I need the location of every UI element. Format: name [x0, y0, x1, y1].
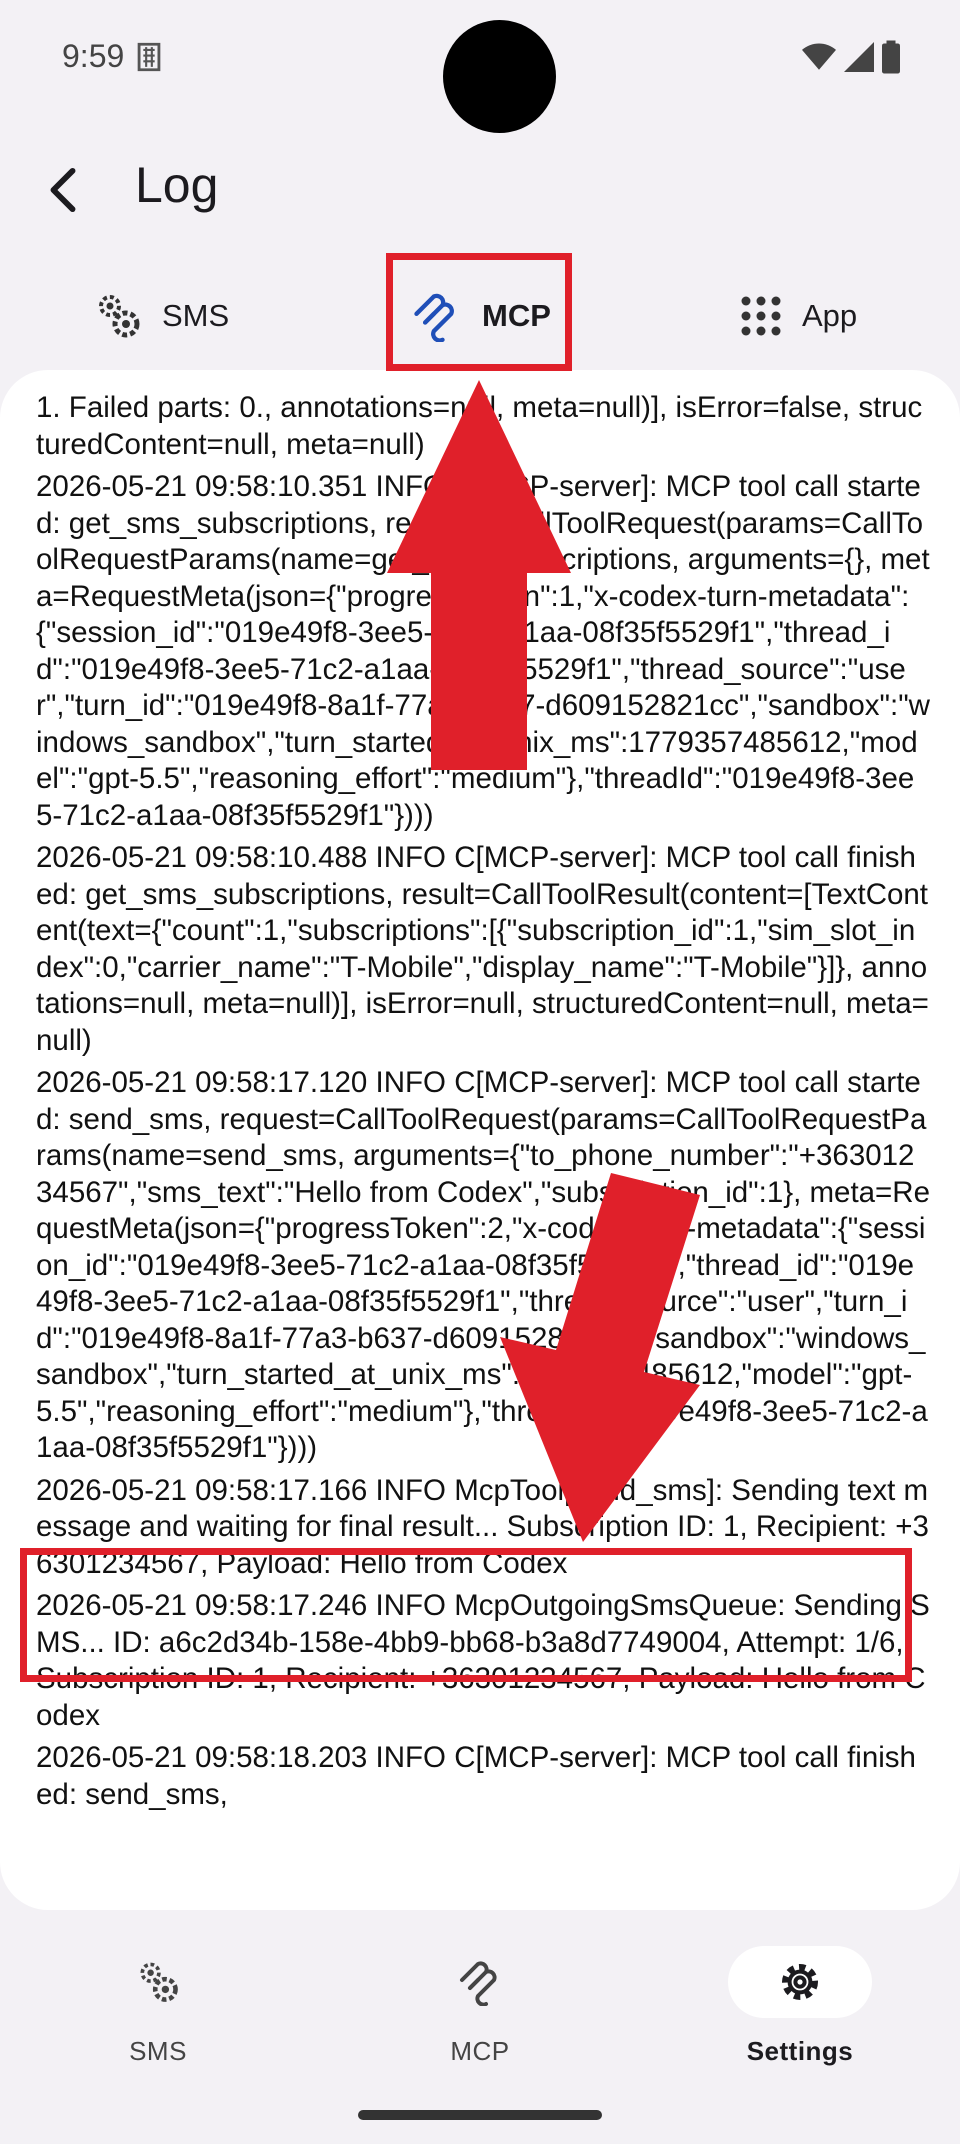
nav-icon-container	[408, 1946, 552, 2018]
nav-item-sms[interactable]: SMS	[58, 1938, 258, 2068]
gears-icon	[140, 1962, 178, 2002]
log-entry: 2026-05-21 09:58:18.203 INFO C[MCP-serve…	[36, 1741, 916, 1811]
nav-label-settings: Settings	[746, 2036, 854, 2066]
tab-app-label: App	[802, 298, 858, 333]
nav-item-settings[interactable]: Settings	[700, 1938, 900, 2068]
nav-label-mcp: MCP	[450, 2036, 510, 2066]
mcp-icon	[414, 293, 454, 342]
page-title: Log	[135, 157, 219, 213]
log-entry-highlighted: 2026-05-21 09:58:17.166 INFO McpTool[sen…	[36, 1473, 929, 1580]
log-entry: 2026-05-21 09:58:17.120 INFO C[MCP-serve…	[36, 1066, 930, 1464]
tab-mcp-label: MCP	[482, 298, 551, 333]
log-entry: 2026-05-21 09:58:10.351 INFO C[MCP-serve…	[36, 470, 930, 832]
tab-mcp[interactable]: MCP	[410, 252, 551, 380]
log-entry: 2026-05-21 09:58:17.246 INFO McpOutgoing…	[36, 1589, 930, 1732]
log-entry: 2026-05-21 09:58:10.488 INFO C[MCP-serve…	[36, 841, 929, 1057]
tab-sms-label: SMS	[162, 298, 230, 333]
gears-icon	[99, 295, 140, 338]
log-tabs: SMS MCP App	[0, 252, 960, 380]
status-icons	[802, 38, 900, 76]
back-button[interactable]	[28, 150, 98, 230]
tab-app[interactable]: App	[740, 252, 857, 380]
status-bar: 9:59	[0, 0, 960, 133]
bottom-navigation: SMS MCP Settings	[0, 1910, 960, 2090]
log-entry: 1. Failed parts: 0., annotations=null, m…	[36, 391, 923, 461]
wifi-icon	[802, 43, 836, 70]
battery-icon	[882, 40, 900, 74]
apps-grid-icon	[741, 296, 781, 336]
nav-icon-container	[86, 1946, 230, 2018]
status-time: 9:59	[62, 38, 125, 74]
nav-item-mcp[interactable]: MCP	[380, 1938, 580, 2068]
gesture-bar[interactable]	[358, 2110, 602, 2120]
sim-card-icon	[137, 42, 161, 72]
mcp-icon	[460, 1961, 497, 2006]
top-app-bar: Log	[0, 150, 960, 230]
arrow-back-icon	[50, 167, 76, 213]
nav-icon-container	[728, 1946, 872, 2018]
tab-sms[interactable]: SMS	[94, 252, 229, 380]
log-panel[interactable]: 1. Failed parts: 0., annotations=null, m…	[0, 370, 960, 1910]
nav-label-sms: SMS	[129, 2036, 187, 2066]
log-list: 1. Failed parts: 0., annotations=null, m…	[36, 390, 930, 1819]
front-camera	[443, 20, 556, 133]
settings-icon	[782, 1964, 818, 2000]
cell-signal-icon	[844, 42, 874, 72]
